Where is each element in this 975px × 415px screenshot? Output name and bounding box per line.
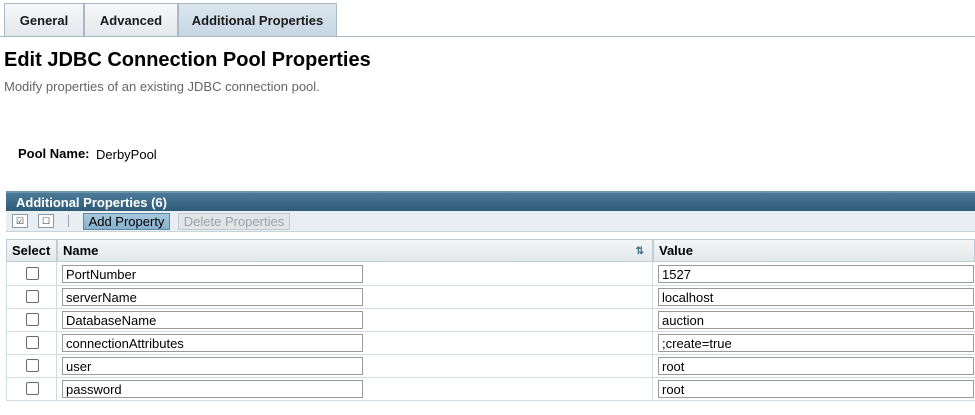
table-row [6,377,975,401]
name-cell [57,354,653,377]
name-cell [57,331,653,354]
row-checkbox[interactable] [26,267,39,280]
select-cell [6,285,57,308]
tab-divider [0,36,975,37]
select-cell [6,331,57,354]
tab-general[interactable]: General [4,3,84,36]
pool-name-label: Pool Name: [18,146,90,161]
value-cell [653,331,975,354]
column-header-select: Select [6,239,57,262]
table-row [6,262,975,286]
row-checkbox[interactable] [26,313,39,326]
row-checkbox[interactable] [26,382,39,395]
toolbar-separator [68,215,69,227]
column-header-name[interactable]: Name ⇅ [57,239,653,262]
property-name-input[interactable] [62,357,363,375]
row-checkbox[interactable] [26,336,39,349]
tab-bar: General Advanced Additional Properties [0,0,975,37]
properties-table: Additional Properties (6) ☑ ☐ Add Proper… [6,191,975,406]
select-cell [6,262,57,285]
name-cell [57,377,653,400]
property-value-input[interactable] [658,357,974,375]
value-cell [653,285,975,308]
add-property-button[interactable]: Add Property [83,213,170,230]
table-toolbar: ☑ ☐ Add Property Delete Properties [6,211,975,232]
property-value-input[interactable] [658,334,974,352]
deselect-all-icon[interactable]: ☐ [38,214,54,228]
name-cell [57,308,653,331]
column-header-name-label: Name [63,243,99,258]
page-title: Edit JDBC Connection Pool Properties [4,49,371,71]
select-cell [6,354,57,377]
sort-icon[interactable]: ⇅ [636,246,644,257]
value-cell [653,354,975,377]
property-name-input[interactable] [62,380,363,398]
table-row [6,308,975,332]
select-cell [6,308,57,331]
value-cell [653,308,975,331]
property-name-input[interactable] [62,288,363,306]
property-name-input[interactable] [62,311,363,329]
pool-name-value: DerbyPool [96,147,157,162]
table-row [6,354,975,378]
property-value-input[interactable] [658,265,974,283]
name-cell [57,262,653,285]
column-header-value: Value [653,239,975,262]
page-subtitle: Modify properties of an existing JDBC co… [4,79,320,94]
property-value-input[interactable] [658,288,974,306]
property-value-input[interactable] [658,311,974,329]
row-checkbox[interactable] [26,290,39,303]
property-name-input[interactable] [62,265,363,283]
value-cell [653,377,975,400]
select-cell [6,377,57,400]
property-name-input[interactable] [62,334,363,352]
table-title: Additional Properties (6) [6,191,975,211]
name-cell [57,285,653,308]
tab-additional-properties[interactable]: Additional Properties [178,3,337,37]
table-row [6,331,975,355]
row-checkbox[interactable] [26,359,39,372]
property-value-input[interactable] [658,380,974,398]
table-row [6,285,975,309]
value-cell [653,262,975,285]
tab-advanced[interactable]: Advanced [84,3,178,36]
select-all-icon[interactable]: ☑ [12,214,28,228]
delete-properties-button[interactable]: Delete Properties [178,213,290,230]
